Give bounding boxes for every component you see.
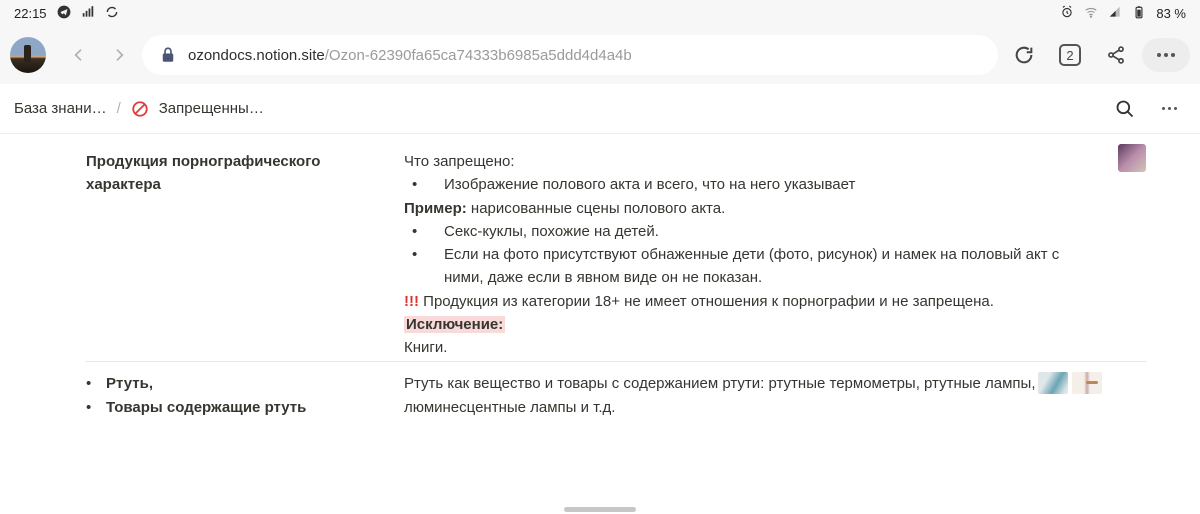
reload-button[interactable] [1004,35,1044,75]
thumbnail-image[interactable] [1038,372,1068,394]
telegram-icon [57,5,71,22]
no-entry-icon [131,100,149,118]
page-more-button[interactable] [1152,107,1186,110]
back-button[interactable] [62,38,96,72]
browser-toolbar: ozondocs.notion.site/Ozon-62390fa65ca743… [0,26,1200,84]
url-host: ozondocs.notion.site [188,47,325,64]
breadcrumb-page[interactable]: Запрещенны… [159,100,264,117]
table-row: Продукция порнографического характера Чт… [86,150,1146,359]
thumbnail-image[interactable] [1072,372,1102,394]
exception-label: Исключение: [404,316,505,333]
warning-prefix: !!! [404,293,419,310]
horizontal-scrollbar[interactable] [564,507,636,512]
url-path: /Ozon-62390fa65ca74333b6985a5ddd4d4a4b [325,47,632,64]
thumbnail-image[interactable] [1118,144,1146,172]
forward-button[interactable] [102,38,136,72]
battery-percent: 83 % [1156,6,1186,21]
exception-text: Книги. [404,336,1090,359]
category-bullet: Ртуть, [106,372,153,395]
search-button[interactable] [1108,99,1142,119]
lock-icon [158,45,178,65]
profile-avatar[interactable] [10,37,46,73]
list-item: Если на фото присутствуют обнаженные дет… [444,243,1090,290]
tabs-button[interactable]: 2 [1050,35,1090,75]
battery-icon [1132,5,1146,22]
wifi-icon [1084,5,1098,22]
warning-text: Продукция из категории 18+ не имеет отно… [419,293,994,310]
address-bar[interactable]: ozondocs.notion.site/Ozon-62390fa65ca743… [142,35,998,75]
share-button[interactable] [1096,35,1136,75]
example-text: нарисованные сцены полового акта. [467,200,726,217]
list-item: Изображение полового акта и всего, что н… [444,173,855,196]
alarm-icon [1060,5,1074,22]
category-description: Ртуть как вещество и товары с содержание… [404,372,1090,419]
status-bar: 22:15 83 % [0,0,1200,26]
breadcrumb-separator: / [117,100,121,117]
table-row: •Ртуть, • Товары содержащие ртуть Ртуть … [86,361,1146,419]
breadcrumb-root[interactable]: База знани… [14,100,107,117]
clock: 22:15 [14,6,47,21]
cell-signal-icon [1108,5,1122,22]
page-header: База знани… / Запрещенны… [0,84,1200,134]
more-menu-button[interactable] [1142,38,1190,72]
sync-icon [105,5,119,22]
list-item: Секс-куклы, похожие на детей. [444,220,659,243]
forbidden-label: Что запрещено: [404,150,1090,173]
tab-count: 2 [1059,44,1081,66]
category-bullet: Товары содержащие ртуть [106,396,306,419]
example-label: Пример: [404,200,467,217]
page-content: Продукция порнографического характера Чт… [0,134,1200,514]
category-title: Продукция порнографического характера [86,153,320,193]
signal-bars-icon [81,5,95,22]
